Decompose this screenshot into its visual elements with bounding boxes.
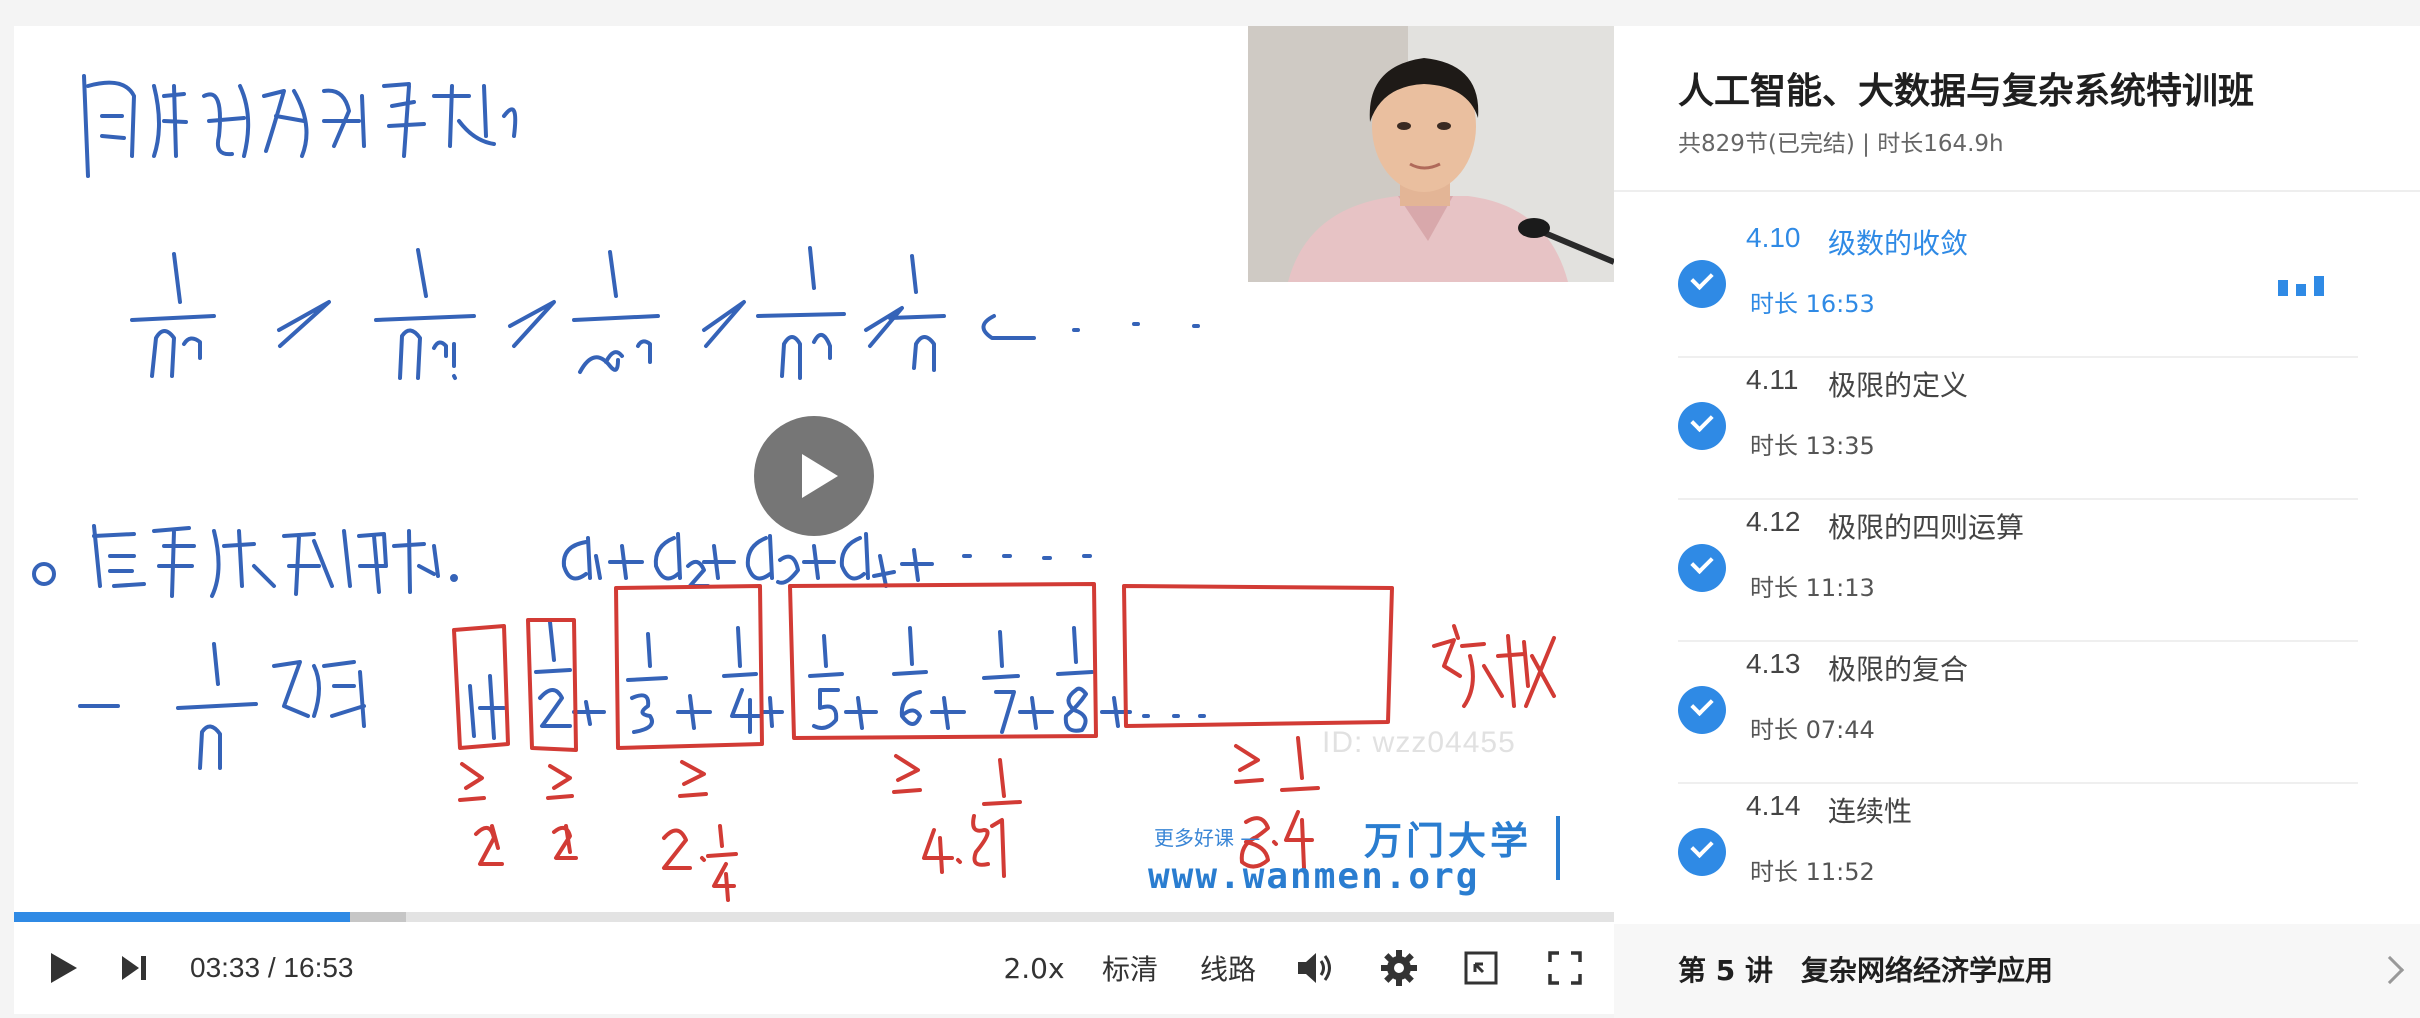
time-separator: / — [267, 952, 276, 983]
speed-label: 2.0x — [1003, 951, 1065, 985]
lesson-item-4-11[interactable]: 4.11 极限的定义 时长 13:35 — [1678, 354, 2358, 496]
volume-button[interactable] — [1280, 922, 1350, 1014]
lesson-item-4-12[interactable]: 4.12 极限的四则运算 时长 11:13 — [1678, 496, 2358, 638]
current-time: 03:33 — [190, 952, 261, 983]
lesson-duration: 时长 16:53 — [1750, 290, 1875, 318]
progress-bar[interactable] — [14, 912, 1614, 922]
app-page: ID: wzz04455 更多好课 — 万门大学 www.wanmen.org — [0, 0, 2420, 1018]
check-icon — [1678, 402, 1726, 450]
speed-button[interactable]: 2.0x — [994, 922, 1074, 1014]
brand-divider — [1556, 816, 1560, 880]
lesson-title: 极限的四则运算 — [1828, 511, 2025, 544]
total-duration: 16:53 — [283, 952, 354, 983]
progress-played — [14, 912, 350, 922]
lesson-item-4-10[interactable]: 4.10 级数的收敛 时长 16:53 — [1678, 212, 2358, 354]
lesson-duration: 时长 11:13 — [1750, 574, 1875, 602]
lesson-item-4-14[interactable]: 4.14 连续性 时长 11:52 — [1678, 780, 2358, 922]
quality-label: 标清 — [1101, 953, 1158, 986]
next-button[interactable] — [104, 922, 164, 1014]
presenter-webcam — [1248, 26, 1614, 282]
brand-tagline: 更多好课 — — [1154, 826, 1261, 850]
lesson-item-4-13[interactable]: 4.13 极限的复合 时长 07:44 — [1678, 638, 2358, 780]
course-sidebar: 人工智能、大数据与复杂系统特训班 共829节(已完结) | 时长164.9h 4… — [1614, 26, 2420, 1018]
check-icon — [1678, 686, 1726, 734]
now-playing-icon — [2278, 272, 2326, 296]
control-bar: 03:33 / 16:53 2.0x 标清 线路 — [14, 922, 1614, 1014]
chevron-right-icon — [2375, 955, 2405, 985]
lesson-number: 4.13 — [1746, 648, 1801, 679]
lesson-duration: 时长 07:44 — [1750, 716, 1875, 744]
brand-watermark: 更多好课 — 万门大学 www.wanmen.org — [1148, 816, 1584, 912]
fullscreen-button[interactable] — [1530, 922, 1600, 1014]
lesson-number: 4.12 — [1746, 506, 1801, 537]
lesson-number: 4.10 — [1746, 222, 1801, 253]
lesson-number: 4.11 — [1746, 364, 1799, 395]
route-label: 线路 — [1199, 953, 1256, 986]
brand-url: www.wanmen.org — [1148, 856, 1480, 897]
viewer-id-watermark: ID: wzz04455 — [1322, 726, 1516, 759]
lesson-duration: 时长 11:52 — [1750, 858, 1875, 886]
course-meta: 共829节(已完结) | 时长164.9h — [1678, 131, 2004, 157]
picture-in-picture-icon — [1464, 951, 1498, 985]
check-icon — [1678, 828, 1726, 876]
sidebar-divider — [1614, 190, 2420, 192]
lesson-title: 极限的复合 — [1828, 653, 1969, 686]
course-title: 人工智能、大数据与复杂系统特训班 — [1678, 71, 2255, 112]
fullscreen-icon — [1548, 951, 1582, 985]
route-button[interactable]: 线路 — [1188, 922, 1268, 1014]
next-icon — [122, 956, 146, 980]
presenter-image — [1248, 26, 1614, 282]
pip-button[interactable] — [1446, 922, 1516, 1014]
play-icon — [51, 953, 77, 983]
lesson-title: 连续性 — [1828, 795, 1913, 828]
lesson-title: 极限的定义 — [1828, 369, 1969, 402]
check-icon — [1678, 260, 1726, 308]
play-button[interactable] — [34, 922, 94, 1014]
gear-icon — [1381, 950, 1417, 986]
time-display: 03:33 / 16:53 — [190, 922, 354, 1014]
quality-button[interactable]: 标清 — [1090, 922, 1170, 1014]
lesson-duration: 时长 13:35 — [1750, 432, 1875, 460]
settings-button[interactable] — [1364, 922, 1434, 1014]
video-player: ID: wzz04455 更多好课 — 万门大学 www.wanmen.org — [14, 26, 1614, 1014]
lesson-number: 4.14 — [1746, 790, 1801, 821]
lesson-title: 级数的收敛 — [1828, 227, 1969, 260]
volume-icon — [1298, 953, 1331, 983]
big-play-button[interactable] — [754, 416, 874, 536]
check-icon — [1678, 544, 1726, 592]
chapter-item-5[interactable]: 第 5 讲 复杂网络经济学应用 — [1614, 924, 2420, 1018]
chapter-title: 第 5 讲 复杂网络经济学应用 — [1678, 954, 2053, 987]
video-frame[interactable]: ID: wzz04455 更多好课 — 万门大学 www.wanmen.org — [14, 26, 1614, 912]
